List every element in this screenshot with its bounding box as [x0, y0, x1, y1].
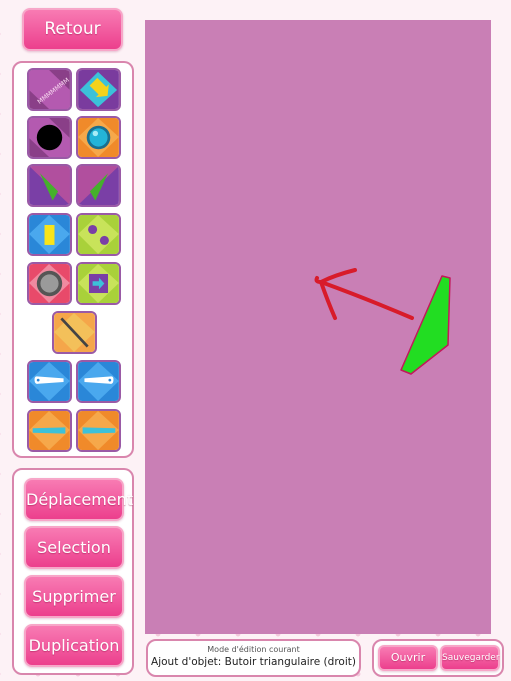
blue-portal-left-icon	[29, 411, 70, 450]
blue-portal-left-tool-button[interactable]	[27, 409, 72, 452]
save-button[interactable]: Sauvegarder	[440, 645, 500, 671]
delete-mode-button[interactable]: Supprimer	[24, 575, 124, 618]
round-bumper-tool-button[interactable]	[27, 262, 72, 305]
paddle-right-icon	[78, 362, 119, 401]
black-hole-icon	[29, 118, 70, 157]
duplicate-mode-button[interactable]: Duplication	[24, 624, 124, 667]
spring-tool-button[interactable]: MMMMMMM	[27, 68, 72, 111]
arrow-block-icon	[78, 264, 119, 303]
arrow-block-tool-button[interactable]	[76, 262, 121, 305]
status-panel: Mode d'édition courant Ajout d'objet: Bu…	[146, 639, 361, 677]
tool-palette: MMMMMMM	[12, 61, 134, 458]
blue-ball-icon	[78, 118, 119, 157]
open-button[interactable]: Ouvrir	[378, 645, 438, 671]
right-flipper-icon	[78, 166, 119, 205]
diamond-arrow-tool-button[interactable]	[76, 68, 121, 111]
blue-ball-tool-button[interactable]	[76, 116, 121, 159]
status-value: Ajout d'objet: Butoir triangulaire (droi…	[151, 656, 356, 668]
triangular-bumper-right[interactable]	[400, 275, 451, 375]
editor-canvas[interactable]	[145, 20, 491, 634]
paddle-left-tool-button[interactable]	[27, 360, 72, 403]
file-panel: Ouvrir Sauvegarder	[372, 639, 504, 677]
right-flipper-tool-button[interactable]	[76, 164, 121, 207]
left-flipper-icon	[29, 166, 70, 205]
bumpers-icon	[78, 215, 119, 254]
canvas-scene	[314, 268, 451, 375]
blue-portal-right-tool-button[interactable]	[76, 409, 121, 452]
paddle-left-icon	[29, 362, 70, 401]
yellow-block-icon	[29, 215, 70, 254]
diamond-arrow-icon	[78, 70, 119, 109]
yellow-block-tool-button[interactable]	[27, 213, 72, 256]
back-button[interactable]: Retour	[22, 8, 123, 51]
left-flipper-tool-button[interactable]	[27, 164, 72, 207]
select-mode-button[interactable]: Selection	[24, 526, 124, 569]
status-label: Mode d'édition courant	[207, 645, 300, 654]
black-hole-tool-button[interactable]	[27, 116, 72, 159]
wall-line-icon	[54, 313, 95, 352]
spring-icon: MMMMMMM	[29, 70, 70, 109]
wall-line-tool-button[interactable]	[52, 311, 97, 354]
round-bumper-icon	[29, 264, 70, 303]
move-mode-button[interactable]: Déplacement	[24, 478, 133, 521]
paddle-right-tool-button[interactable]	[76, 360, 121, 403]
mode-panel: Déplacement Selection Supprimer Duplicat…	[12, 468, 134, 675]
annotation-arrow	[314, 268, 414, 320]
blue-portal-right-icon	[78, 411, 119, 450]
bumpers-tool-button[interactable]	[76, 213, 121, 256]
